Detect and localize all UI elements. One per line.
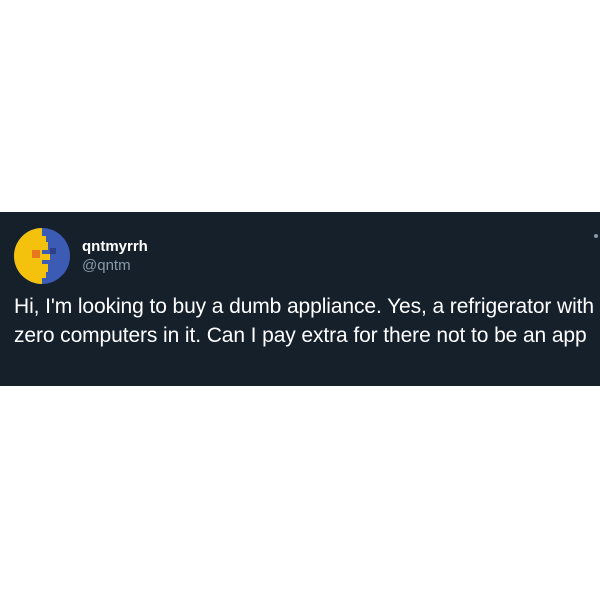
more-options-icon[interactable] <box>594 234 598 238</box>
user-handle[interactable]: @qntm <box>82 256 148 276</box>
tweet-text: Hi, I'm looking to buy a dumb appliance.… <box>14 295 594 347</box>
pixel-face-icon <box>14 228 70 284</box>
avatar[interactable] <box>14 228 70 284</box>
display-name[interactable]: qntmyrrh <box>82 237 148 256</box>
tweet-card[interactable]: qntmyrrh @qntm Hi, I'm looking to buy a … <box>0 212 600 386</box>
page: qntmyrrh @qntm Hi, I'm looking to buy a … <box>0 0 600 600</box>
user-info: qntmyrrh @qntm <box>82 237 148 276</box>
tweet-header: qntmyrrh @qntm <box>14 228 148 284</box>
